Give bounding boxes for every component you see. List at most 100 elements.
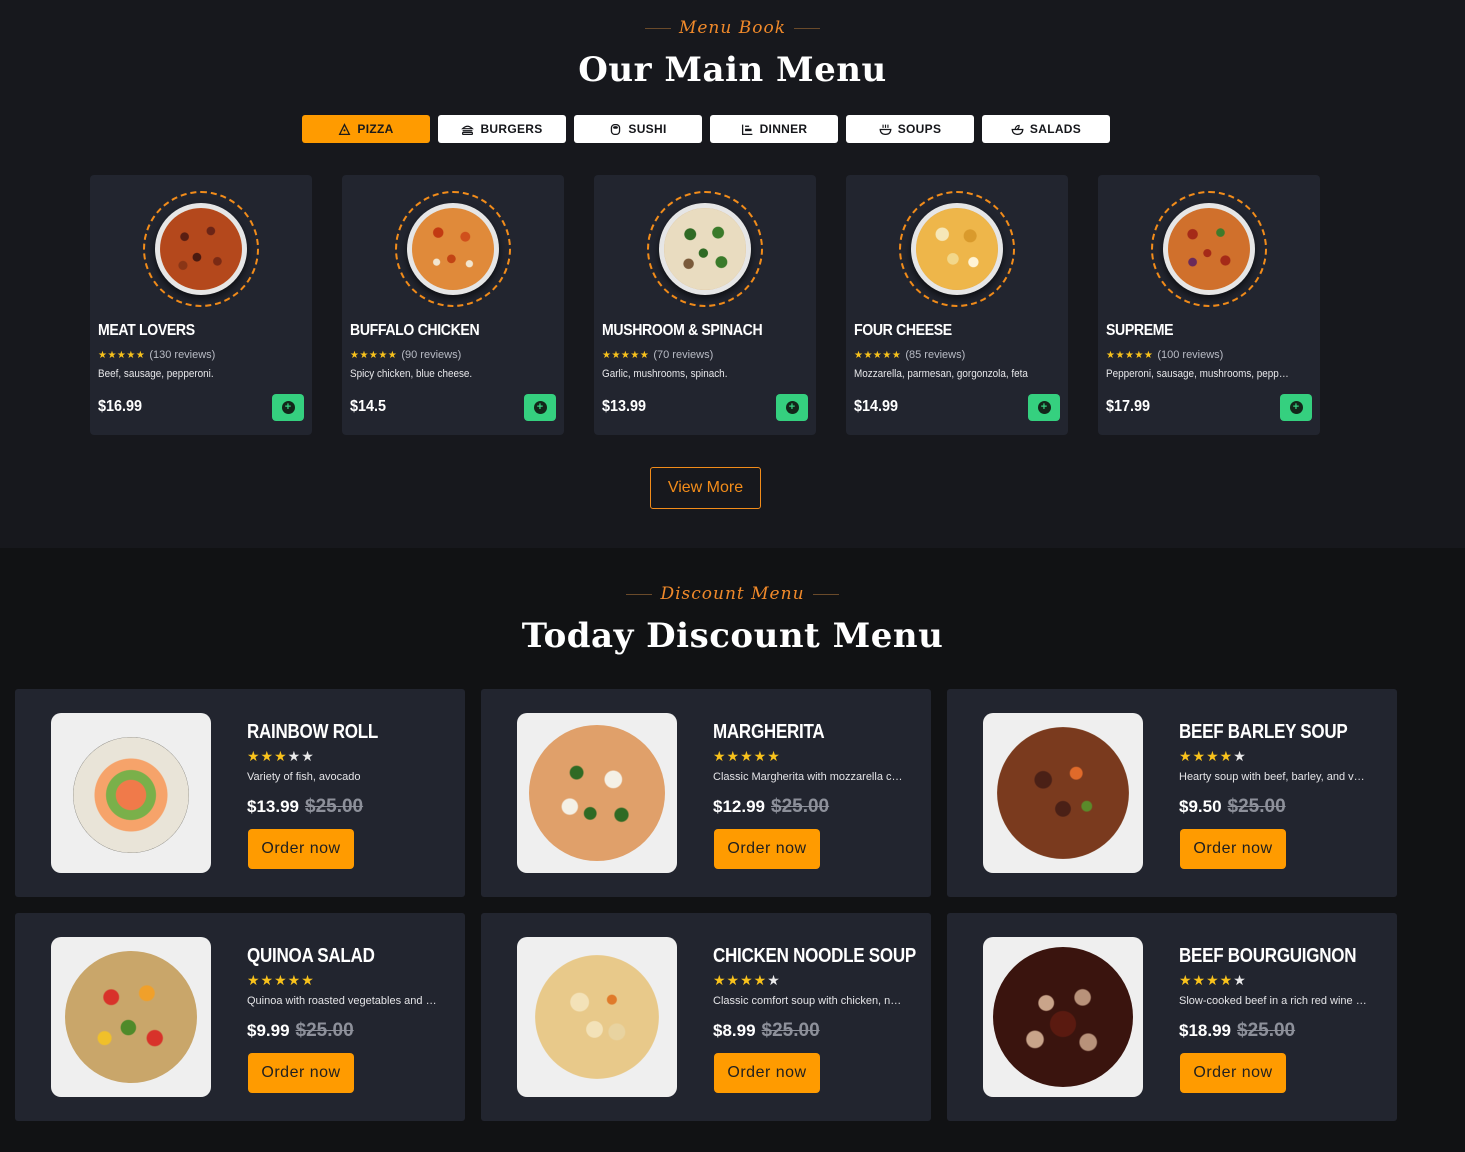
menu-item-card[interactable]: SUPREME ★★★★★ (100 reviews) Pepperoni, sa… (1098, 175, 1320, 435)
item-description: Variety of fish, avocado (247, 771, 361, 783)
item-description: Classic Margherita with mozzarella chees… (713, 771, 903, 783)
add-to-cart-button[interactable]: + (1028, 394, 1060, 421)
pizza-image (916, 208, 998, 290)
discount-item-card: RAINBOW ROLL ★★★★★ Variety of fish, avoc… (15, 689, 465, 897)
item-price: $18.99 $25.00 (1179, 1020, 1295, 1042)
star-icons: ★★★★★ (854, 350, 902, 361)
pizza-icon (338, 122, 351, 135)
tab-sushi[interactable]: SUSHI (574, 115, 702, 143)
item-name: MUSHROOM & SPINACH (602, 322, 763, 339)
star-icons: ★★★★★ (713, 748, 781, 764)
original-price: $25.00 (771, 796, 830, 817)
item-price: $12.99 $25.00 (713, 796, 829, 818)
eyebrow-text: Discount Menu (660, 584, 805, 604)
item-name: CHICKEN NOODLE SOUP (713, 945, 916, 967)
main-menu-section: Menu Book Our Main Menu PIZZA BURGERS SU… (0, 0, 1465, 548)
item-rating: ★★★★★ (130 reviews) (98, 349, 215, 361)
dinner-icon (741, 124, 752, 135)
add-to-cart-button[interactable]: + (524, 394, 556, 421)
item-description: Slow-cooked beef in a rich red wine sauc… (1179, 995, 1369, 1007)
plate (1163, 203, 1255, 295)
divider (794, 28, 821, 29)
discount-price: $18.99 (1179, 1021, 1231, 1040)
item-rating: ★★★★★ (90 reviews) (350, 349, 461, 361)
order-now-button[interactable]: Order now (714, 1053, 820, 1093)
pizza-image (1168, 208, 1250, 290)
item-price: $9.50 $25.00 (1179, 796, 1286, 818)
order-now-button[interactable]: Order now (714, 829, 820, 869)
item-name: SUPREME (1106, 322, 1174, 339)
order-now-button[interactable]: Order now (1180, 1053, 1286, 1093)
discount-item-card: BEEF BOURGUIGNON ★★★★★ Slow-cooked beef … (947, 913, 1397, 1121)
item-description: Beef, sausage, pepperoni. (98, 368, 214, 380)
item-description: Classic comfort soup with chicken, noodl… (713, 995, 903, 1007)
discount-item-card: QUINOA SALAD ★★★★★ Quinoa with roasted v… (15, 913, 465, 1121)
image-ring (1151, 191, 1267, 307)
empty-star-icons: ★★ (287, 748, 315, 764)
menu-item-card[interactable]: MUSHROOM & SPINACH ★★★★★ (70 reviews) Gar… (594, 175, 816, 435)
item-name: BEEF BOURGUIGNON (1179, 945, 1357, 967)
empty-star-icons: ★ (1233, 972, 1247, 988)
original-price: $25.00 (1227, 796, 1286, 817)
tab-pizza[interactable]: PIZZA (302, 115, 430, 143)
review-count: (70 reviews) (653, 349, 714, 361)
image-ring (143, 191, 259, 307)
divider (812, 594, 839, 595)
discount-price: $8.99 (713, 1021, 756, 1040)
soup-image (517, 937, 677, 1097)
tab-dinner[interactable]: DINNER (710, 115, 838, 143)
item-rating: ★★★★★ (713, 748, 781, 765)
item-name: RAINBOW ROLL (247, 721, 379, 743)
review-count: (85 reviews) (905, 349, 966, 361)
review-count: (130 reviews) (149, 349, 216, 361)
order-now-button[interactable]: Order now (248, 1053, 354, 1093)
star-icons: ★★★★★ (602, 350, 650, 361)
star-icons: ★★★★ (713, 972, 768, 988)
menu-item-list: MEAT LOVERS ★★★★★ (130 reviews) Beef, sau… (90, 175, 1320, 435)
order-now-button[interactable]: Order now (1180, 829, 1286, 869)
plate (155, 203, 247, 295)
burger-icon (461, 125, 475, 135)
star-icons: ★★★★★ (98, 350, 146, 361)
empty-star-icons: ★ (1233, 748, 1247, 764)
menu-item-card[interactable]: FOUR CHEESE ★★★★★ (85 reviews) Mozzarella… (846, 175, 1068, 435)
add-to-cart-button[interactable]: + (272, 394, 304, 421)
order-now-button[interactable]: Order now (248, 829, 354, 869)
item-price: $14.5 (350, 398, 387, 415)
discount-item-card: BEEF BARLEY SOUP ★★★★★ Hearty soup with … (947, 689, 1397, 897)
add-to-cart-button[interactable]: + (1280, 394, 1312, 421)
sushi-icon (611, 123, 621, 135)
item-rating: ★★★★★ (100 reviews) (1106, 349, 1223, 361)
item-description: Garlic, mushrooms, spinach. (602, 368, 728, 380)
item-description: Quinoa with roasted vegetables and a lig… (247, 995, 437, 1007)
item-price: $16.99 (98, 398, 143, 415)
item-description: Spicy chicken, blue cheese. (350, 368, 473, 380)
item-price: $13.99 $25.00 (247, 796, 363, 818)
review-count: (100 reviews) (1157, 349, 1224, 361)
item-name: MARGHERITA (713, 721, 825, 743)
star-icons: ★★★★★ (247, 972, 315, 988)
image-ring (899, 191, 1015, 307)
item-name: FOUR CHEESE (854, 322, 952, 339)
add-to-cart-button[interactable]: + (776, 394, 808, 421)
discount-menu-title: Today Discount Menu (521, 616, 944, 656)
tab-label: SUSHI (628, 122, 667, 136)
original-price: $25.00 (761, 1020, 820, 1041)
view-more-button[interactable]: View More (650, 467, 761, 509)
item-rating: ★★★★★ (1179, 748, 1247, 765)
menu-item-card[interactable]: BUFFALO CHICKEN ★★★★★ (90 reviews) Spicy … (342, 175, 564, 435)
menu-item-card[interactable]: MEAT LOVERS ★★★★★ (130 reviews) Beef, sau… (90, 175, 312, 435)
tab-burgers[interactable]: BURGERS (438, 115, 566, 143)
item-price: $14.99 (854, 398, 899, 415)
image-ring (647, 191, 763, 307)
item-rating: ★★★★★ (85 reviews) (854, 349, 965, 361)
salad-image (51, 937, 211, 1097)
tab-label: DINNER (759, 122, 808, 136)
discount-price: $9.99 (247, 1021, 290, 1040)
tab-salads[interactable]: SALADS (982, 115, 1110, 143)
discount-price: $12.99 (713, 797, 765, 816)
discount-item-card: CHICKEN NOODLE SOUP ★★★★★ Classic comfor… (481, 913, 931, 1121)
soup-image (983, 713, 1143, 873)
pizza-image (160, 208, 242, 290)
tab-soups[interactable]: SOUPS (846, 115, 974, 143)
